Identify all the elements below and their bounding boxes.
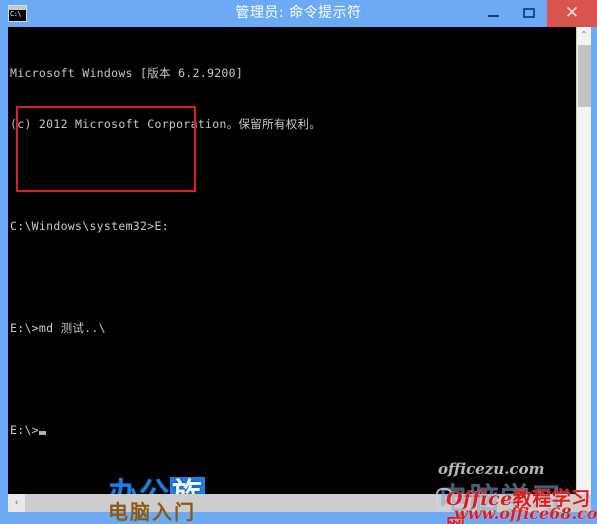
window-controls: ✕ [475, 0, 597, 27]
console-text-block: Microsoft Windows [版本 6.2.9200] (c) 2012… [10, 31, 321, 473]
vertical-scrollbar-thumb[interactable] [578, 45, 591, 107]
close-icon: ✕ [564, 3, 580, 23]
maximize-icon [523, 8, 535, 18]
watermark-left-brand-part2: 族 [170, 477, 205, 494]
watermark-left-brand-part1: 办公 [108, 477, 170, 495]
maximize-button[interactable] [511, 0, 547, 27]
console-output-area[interactable]: Microsoft Windows [版本 6.2.9200] (c) 2012… [8, 27, 576, 494]
scroll-up-icon[interactable]: ⌃ [577, 27, 591, 43]
console-line: C:\Windows\system32>E: [10, 219, 169, 233]
console-cursor [38, 431, 46, 435]
horizontal-scrollbar-track[interactable] [25, 494, 591, 512]
minimize-icon [488, 15, 499, 17]
command-prompt-window: C:\ 管理员: 命令提示符 ✕ Microsoft Windows [版本 6… [0, 0, 597, 524]
watermark-left-brand: 办公族 [108, 477, 318, 495]
console-line: (c) 2012 Microsoft Corporation。保留所有权利。 [10, 117, 322, 131]
console-line: E:\>md 测试..\ [10, 321, 106, 335]
watermark-left: 半: 办公族 Officezu.com [108, 477, 318, 495]
vertical-scrollbar[interactable]: ⌃ [576, 27, 591, 494]
minimize-button[interactable] [475, 0, 511, 27]
close-button[interactable]: ✕ [547, 0, 597, 27]
console-line-prompt: E:\> [10, 422, 321, 439]
console-line: Microsoft Windows [版本 6.2.9200] [10, 66, 244, 80]
horizontal-scrollbar[interactable]: ‹ [8, 494, 591, 512]
title-bar[interactable]: C:\ 管理员: 命令提示符 ✕ [0, 0, 597, 27]
scroll-left-icon[interactable]: ‹ [8, 494, 25, 512]
console-prompt-text: E:\> [10, 423, 39, 437]
